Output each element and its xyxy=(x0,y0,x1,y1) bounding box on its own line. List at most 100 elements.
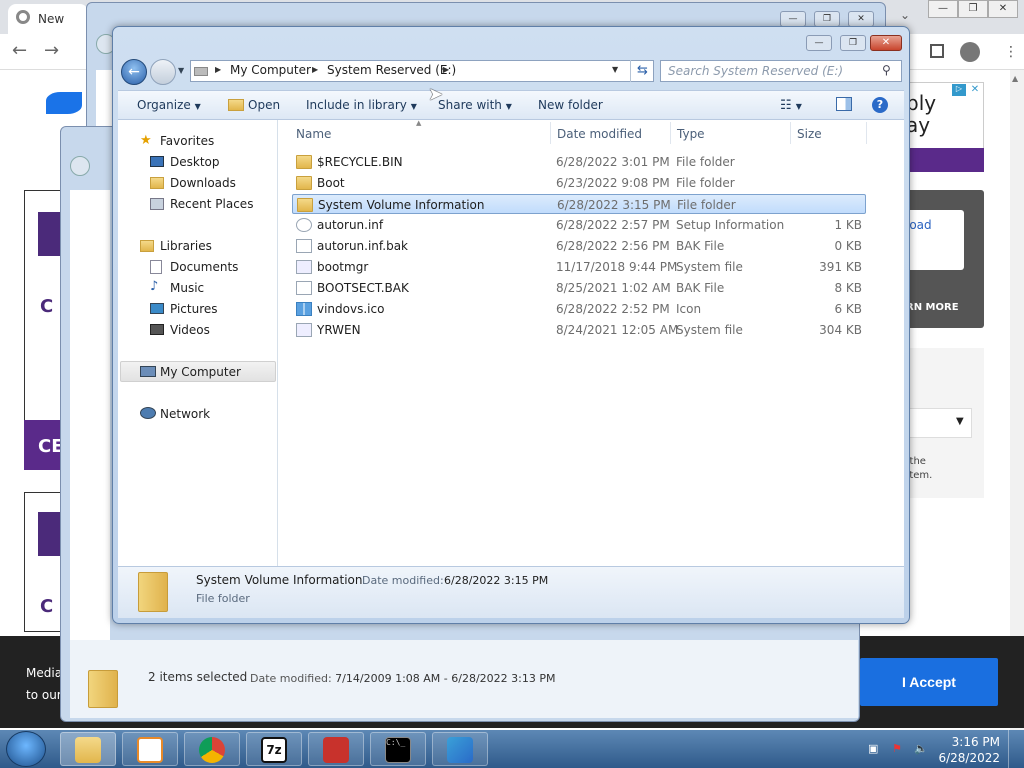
taskbar-7zip[interactable]: 7z xyxy=(246,732,302,766)
include-in-library-button[interactable]: Include in library ▼ xyxy=(306,98,417,112)
column-separator[interactable] xyxy=(790,122,791,144)
minimize-button[interactable]: — xyxy=(780,11,806,27)
start-button[interactable] xyxy=(6,731,46,767)
taskbar-chrome[interactable] xyxy=(184,732,240,766)
menu-icon[interactable]: ⋮ xyxy=(1004,44,1018,60)
taskbar-cmd[interactable]: C:\_ xyxy=(370,732,426,766)
preview-pane-icon[interactable] xyxy=(836,97,852,111)
nav-documents[interactable]: Documents xyxy=(170,260,238,274)
file-row[interactable]: bootmgr 11/17/2018 9:44 PM System file 391 … xyxy=(292,257,866,277)
share-with-button[interactable]: Share with ▼ xyxy=(438,98,512,112)
show-desktop-button[interactable] xyxy=(1008,730,1024,768)
file-type: File folder xyxy=(676,176,735,190)
star-icon: ★ xyxy=(140,133,152,148)
file-row[interactable]: BOOTSECT.BAK 8/25/2021 1:02 AM BAK File 8 K… xyxy=(292,278,866,298)
taskbar-regedit[interactable] xyxy=(432,732,488,766)
maximize-button[interactable]: ❐ xyxy=(814,11,840,27)
view-options-icon[interactable]: ☷ ▼ xyxy=(780,98,802,113)
7zip-icon: 7z xyxy=(261,737,287,763)
column-header-type[interactable]: Type xyxy=(677,127,705,141)
breadcrumb-item[interactable]: System Reserved (E:) xyxy=(327,63,456,77)
bg-logo-icon xyxy=(38,512,60,556)
file-size: 391 KB xyxy=(819,260,862,274)
nav-desktop[interactable]: Desktop xyxy=(170,155,220,169)
file-row[interactable]: autorun.inf 6/28/2022 2:57 PM Setup Inform… xyxy=(292,215,866,235)
back-icon[interactable] xyxy=(70,156,90,176)
clock[interactable]: 3:16 PM 6/28/2022 xyxy=(936,734,1000,766)
tab-search-icon[interactable]: ⌄ xyxy=(900,8,910,22)
forward-icon[interactable]: → xyxy=(44,40,59,61)
action-center-icon[interactable]: ⚑ xyxy=(892,742,906,756)
drive-icon xyxy=(194,67,208,76)
file-type: System file xyxy=(676,260,743,274)
column-separator[interactable] xyxy=(670,122,671,144)
back-icon[interactable]: ← xyxy=(121,59,147,85)
maximize-button[interactable]: ❐ xyxy=(840,35,866,51)
nav-libraries[interactable]: Libraries xyxy=(160,239,212,253)
file-row-selected[interactable]: System Volume Information 6/28/2022 3:15 … xyxy=(292,194,866,214)
column-header-size[interactable]: Size xyxy=(797,127,822,141)
back-icon[interactable]: ← xyxy=(12,40,27,61)
music-icon: ♪ xyxy=(150,279,159,294)
details-name: System Volume Information xyxy=(196,573,363,587)
nav-recent-places[interactable]: Recent Places xyxy=(170,197,253,211)
nav-favorites[interactable]: Favorites xyxy=(160,134,214,148)
nav-downloads[interactable]: Downloads xyxy=(170,176,236,190)
nav-pictures[interactable]: Pictures xyxy=(170,302,218,316)
column-separator[interactable] xyxy=(866,122,867,144)
taskbar-media-player[interactable] xyxy=(122,732,178,766)
file-date: 6/28/2022 2:56 PM xyxy=(556,239,670,253)
scroll-up-icon[interactable]: ▲ xyxy=(1012,74,1018,83)
libraries-icon xyxy=(140,240,154,252)
column-header-date[interactable]: Date modified xyxy=(557,127,642,141)
browser-scrollbar[interactable] xyxy=(1010,70,1024,730)
help-icon[interactable]: ? xyxy=(872,97,888,113)
file-row[interactable]: $RECYCLE.BIN 6/28/2022 3:01 PM File folder xyxy=(292,152,866,172)
minimize-button[interactable]: — xyxy=(806,35,832,51)
file-row[interactable]: Boot 6/23/2022 9:08 PM File folder xyxy=(292,173,866,193)
volume-icon[interactable]: 🔈 xyxy=(914,742,928,756)
column-separator[interactable] xyxy=(550,122,551,144)
file-row[interactable]: YRWEN 8/24/2021 12:05 AM System file 304 KB xyxy=(292,320,866,340)
taskbar-explorer[interactable] xyxy=(60,732,116,766)
nav-music[interactable]: Music xyxy=(170,281,204,295)
selection-status: 2 items selected xyxy=(148,670,248,684)
close-button[interactable]: ✕ xyxy=(870,35,902,51)
breadcrumb-chevron-icon[interactable]: ▶ xyxy=(215,65,221,74)
close-button[interactable]: ✕ xyxy=(848,11,874,27)
ad-line: ply xyxy=(906,91,937,115)
close-button[interactable]: ✕ xyxy=(988,0,1018,18)
organize-button[interactable]: Organize ▼ xyxy=(137,98,201,112)
learn-more-button[interactable]: RN MORE xyxy=(906,302,959,313)
profile-avatar[interactable] xyxy=(960,42,980,62)
date-label: Date modified: xyxy=(250,672,332,685)
chevron-down-icon: ▼ xyxy=(194,102,201,111)
taskbar-toolbox[interactable] xyxy=(308,732,364,766)
forward-icon[interactable] xyxy=(150,59,176,85)
breadcrumb-item[interactable]: My Computer xyxy=(230,63,311,77)
open-button[interactable]: Open xyxy=(248,98,280,112)
adchoices-icon[interactable]: ▷ xyxy=(952,84,966,96)
breadcrumb-chevron-icon[interactable]: ▶ xyxy=(312,65,318,74)
ad-line: ay xyxy=(906,113,931,137)
file-row[interactable]: autorun.inf.bak 6/28/2022 2:56 PM BAK File… xyxy=(292,236,866,256)
accept-button[interactable]: I Accept xyxy=(860,658,998,706)
sidepanel-icon[interactable] xyxy=(930,44,944,58)
search-icon[interactable]: ⚲ xyxy=(882,63,891,77)
refresh-icon[interactable]: ⇆ xyxy=(630,60,654,82)
regedit-icon xyxy=(447,737,473,763)
new-folder-button[interactable]: New folder xyxy=(538,98,603,112)
breadcrumb-chevron-icon[interactable]: ▶ xyxy=(443,65,449,74)
network-tray-icon[interactable]: ▣ xyxy=(868,742,882,756)
nav-my-computer[interactable]: My Computer xyxy=(160,365,241,379)
ad-close-icon[interactable]: ✕ xyxy=(968,84,982,96)
file-row[interactable]: vindovs.ico 6/28/2022 2:52 PM Icon 6 KB xyxy=(292,299,866,319)
column-header-name[interactable]: Name xyxy=(296,127,331,141)
address-dropdown-icon[interactable]: ▼ xyxy=(612,65,618,74)
nav-videos[interactable]: Videos xyxy=(170,323,210,337)
nav-network[interactable]: Network xyxy=(160,407,210,421)
folder-icon xyxy=(296,176,312,190)
minimize-button[interactable]: — xyxy=(928,0,958,18)
recent-pages-icon[interactable]: ▼ xyxy=(178,66,184,75)
maximize-button[interactable]: ❐ xyxy=(958,0,988,18)
